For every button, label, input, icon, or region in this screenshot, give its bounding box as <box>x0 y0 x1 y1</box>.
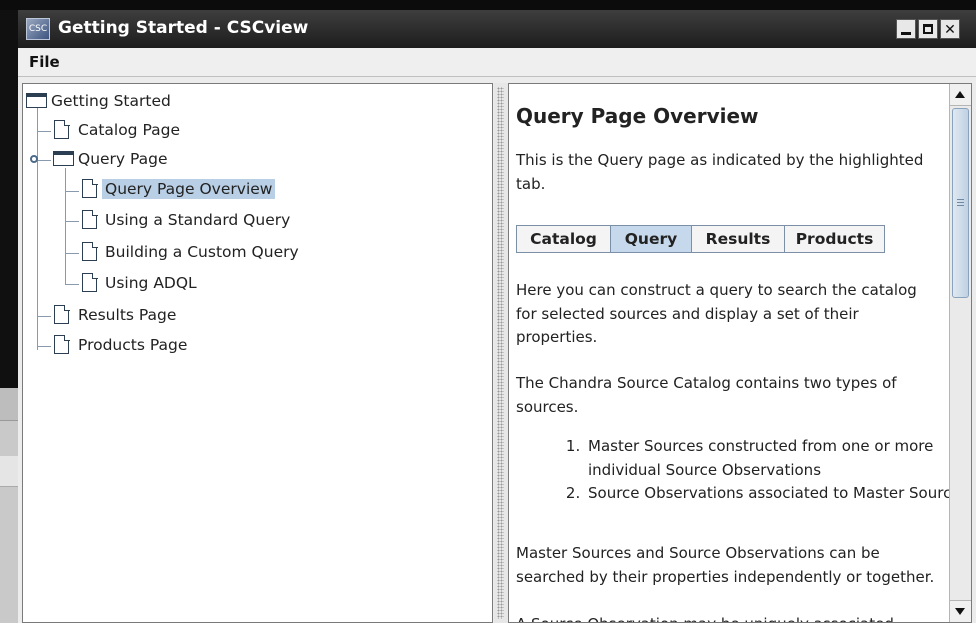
document-icon <box>82 178 98 198</box>
close-icon: ✕ <box>944 22 956 38</box>
background-field <box>0 456 18 487</box>
tab-catalog: Catalog <box>516 225 611 253</box>
grip-icon <box>957 199 964 200</box>
title-bar[interactable]: CSC Getting Started - CSCview ✕ <box>18 10 976 48</box>
intro-text: This is the Query page as indicated by t… <box>516 151 924 193</box>
tree-node-building-custom-query[interactable]: Building a Custom Query <box>23 240 323 264</box>
desktop-background <box>0 0 976 10</box>
list-item: Master Sources constructed from one or m… <box>585 435 971 482</box>
background-toolbar <box>0 388 18 421</box>
menu-bar: File <box>18 48 976 77</box>
background-window-edge <box>0 388 18 623</box>
app-icon: CSC <box>26 18 50 40</box>
paragraph-construct-query: Here you can construct a query to search… <box>516 281 917 346</box>
tree-node-products-page[interactable]: Products Page <box>23 333 223 357</box>
paragraph-search-properties: Master Sources and Source Observations c… <box>516 544 935 586</box>
tree-node-label: Catalog Page <box>78 121 180 139</box>
folder-open-icon <box>52 150 74 166</box>
list-item: Source Observations associated to Master… <box>585 482 971 506</box>
tree-node-label: Products Page <box>78 336 188 354</box>
maximize-icon <box>923 24 933 34</box>
help-tree: Getting Started Catalog Page Query Page … <box>22 83 493 623</box>
page-heading: Query Page Overview <box>516 104 759 128</box>
vertical-scrollbar[interactable] <box>949 84 971 622</box>
tree-node-label: Getting Started <box>51 92 171 110</box>
tree-node-catalog-page[interactable]: Catalog Page <box>23 118 223 142</box>
document-icon <box>82 272 98 292</box>
tree-node-label-selected: Query Page Overview <box>102 179 276 199</box>
scroll-down-button[interactable] <box>950 600 971 622</box>
tree-node-query-page[interactable]: Query Page <box>23 147 223 171</box>
folder-open-icon <box>25 92 47 108</box>
tree-node-label: Using ADQL <box>105 274 197 292</box>
paragraph-source-types: The Chandra Source Catalog contains two … <box>516 374 897 416</box>
source-types-list: Master Sources constructed from one or m… <box>516 435 971 506</box>
tree-node-results-page[interactable]: Results Page <box>23 303 223 327</box>
document-icon <box>82 241 98 261</box>
cscview-window: CSC Getting Started - CSCview ✕ File Get… <box>18 10 976 623</box>
tree-node-label: Using a Standard Query <box>105 211 291 229</box>
paragraph-partial: A Source Observation may be uniquely ass… <box>516 613 940 622</box>
tree-node-using-standard-query[interactable]: Using a Standard Query <box>23 208 323 232</box>
tree-node-label: Building a Custom Query <box>105 243 299 261</box>
document-icon <box>54 304 70 324</box>
document-icon <box>82 209 98 229</box>
tab-query-highlighted: Query <box>610 225 692 253</box>
split-pane-divider[interactable] <box>494 83 508 623</box>
help-content-pane: Query Page Overview This is the Query pa… <box>508 83 972 623</box>
tab-results: Results <box>691 225 785 253</box>
tree-node-label: Query Page <box>78 150 168 168</box>
maximize-button[interactable] <box>918 19 938 39</box>
tree-node-label: Results Page <box>78 306 177 324</box>
close-button[interactable]: ✕ <box>940 19 960 39</box>
expand-handle-icon[interactable] <box>30 155 38 163</box>
minimize-icon <box>901 32 911 35</box>
document-icon <box>54 119 70 139</box>
scroll-thumb[interactable] <box>952 108 969 298</box>
window-title: Getting Started - CSCview <box>58 18 309 38</box>
minimize-button[interactable] <box>896 19 916 39</box>
scroll-up-button[interactable] <box>950 84 971 106</box>
document-icon <box>54 334 70 354</box>
tree-node-using-adql[interactable]: Using ADQL <box>23 271 323 295</box>
tab-products: Products <box>784 225 885 253</box>
menu-file[interactable]: File <box>29 53 60 71</box>
divider-grip <box>497 87 504 619</box>
tree-node-query-page-overview[interactable]: Query Page Overview <box>23 177 323 201</box>
tree-node-getting-started[interactable]: Getting Started <box>23 89 223 113</box>
